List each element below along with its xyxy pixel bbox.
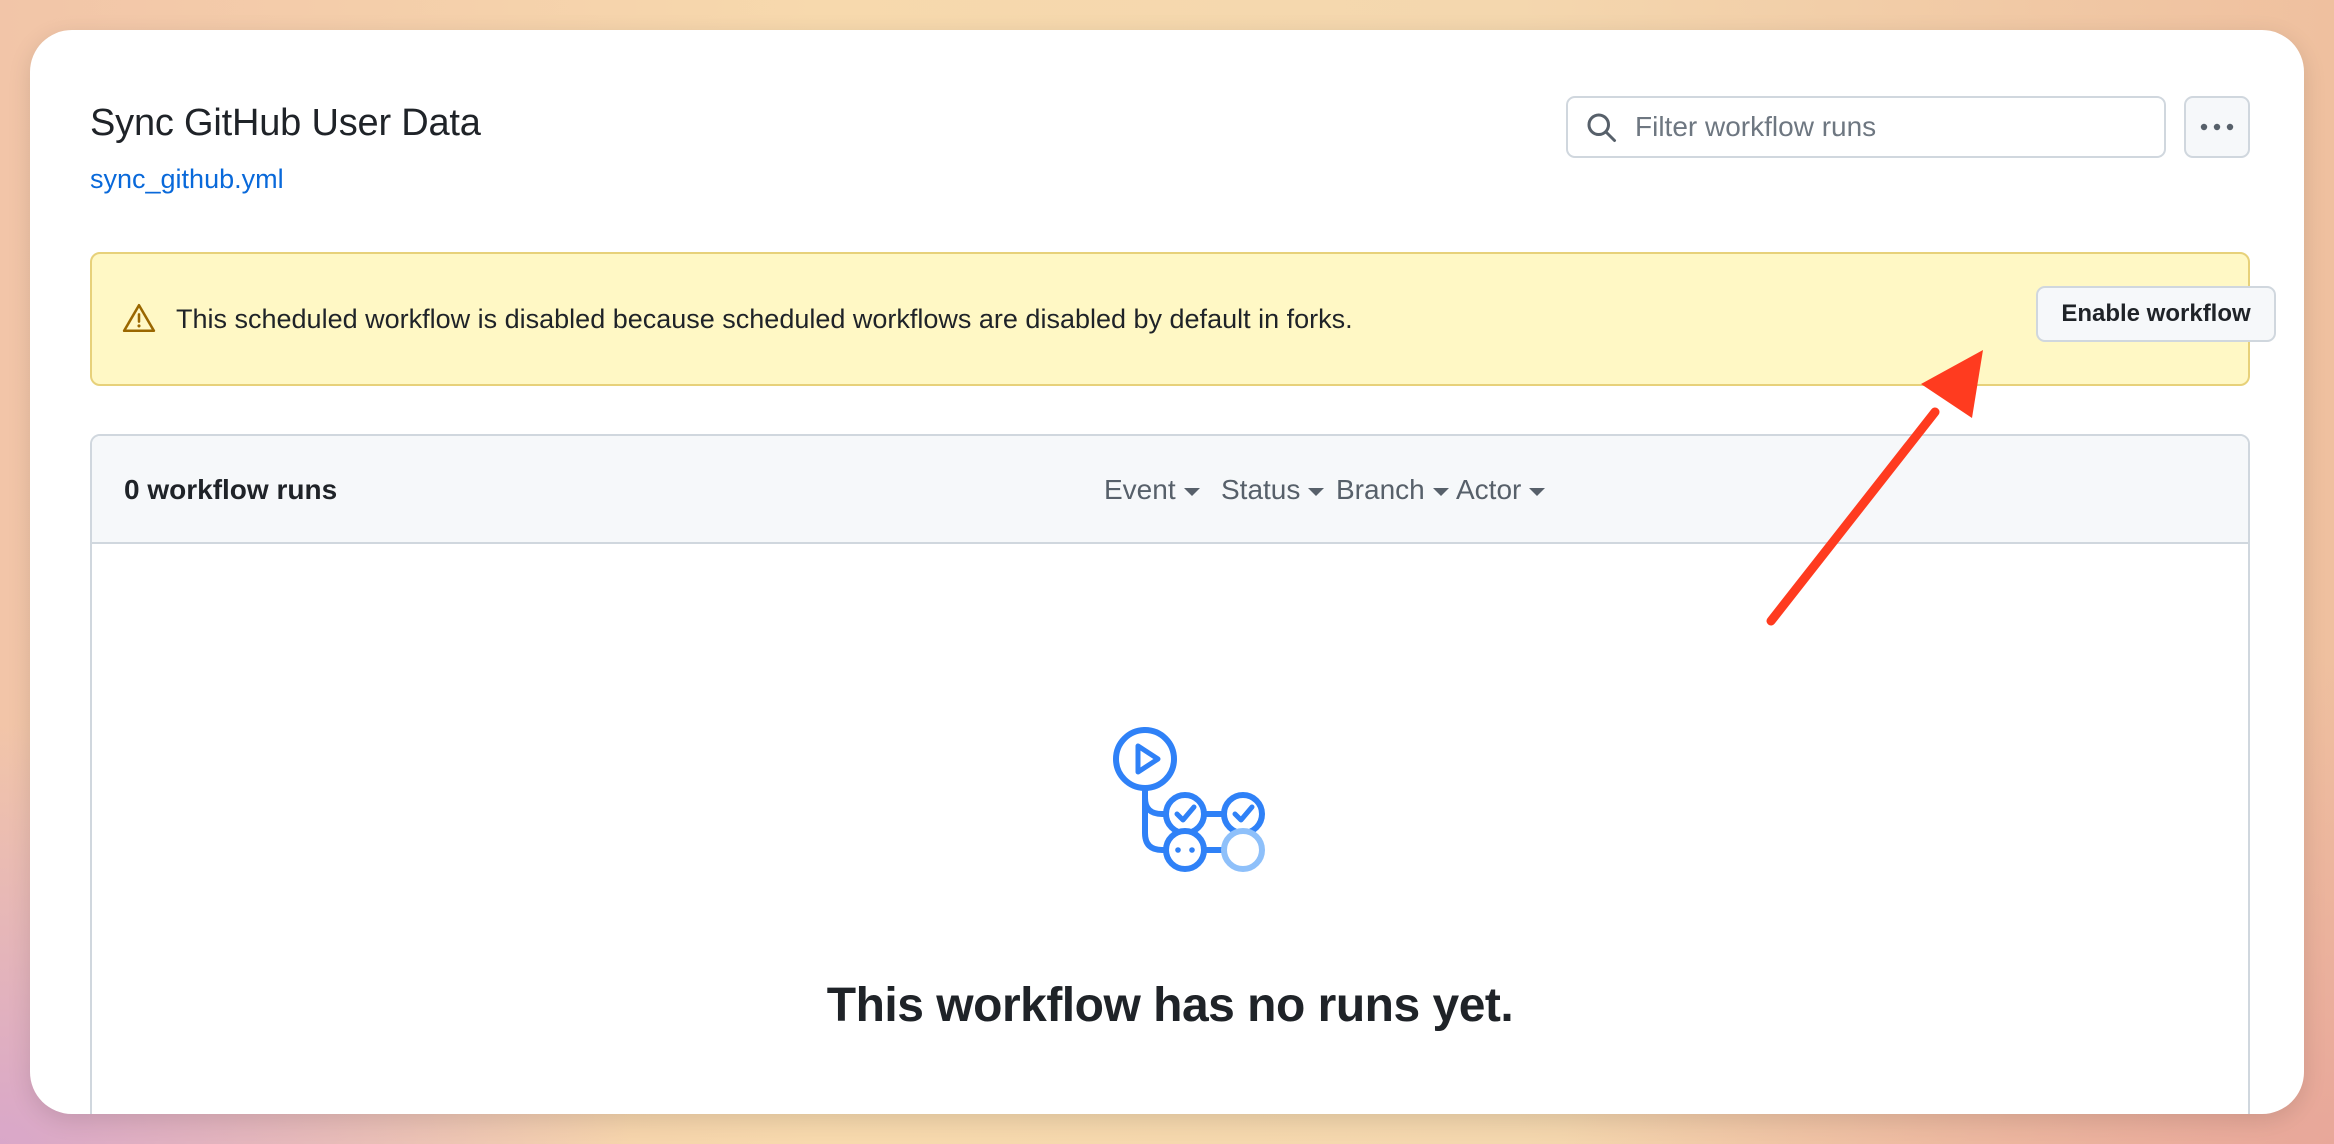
filter-actor-label: Actor xyxy=(1456,474,1522,505)
enable-workflow-button[interactable]: Enable workflow xyxy=(2036,286,2276,342)
banner-message: This scheduled workflow is disabled beca… xyxy=(176,304,1353,334)
empty-state-title: This workflow has no runs yet. xyxy=(826,979,1514,1032)
filter-status-dropdown[interactable]: Status xyxy=(1221,474,1325,506)
caret-down-icon xyxy=(1529,488,1546,496)
filter-branch-label: Branch xyxy=(1336,474,1425,505)
kebab-horizontal-icon xyxy=(2200,123,2234,131)
page-title: Sync GitHub User Data xyxy=(90,102,481,144)
alert-triangle-icon xyxy=(122,303,156,333)
filter-status-label: Status xyxy=(1221,474,1301,505)
filter-event-dropdown[interactable]: Event xyxy=(1104,474,1200,506)
caret-down-icon xyxy=(1308,488,1325,496)
filter-branch-dropdown[interactable]: Branch xyxy=(1336,474,1449,506)
runs-header: 0 workflow runs Event Status Branch Acto… xyxy=(92,436,2248,544)
workflow-graph-icon xyxy=(1113,727,1265,872)
filter-workflow-runs-input[interactable] xyxy=(1633,110,2137,144)
caret-down-icon xyxy=(1432,488,1449,496)
filter-search-box[interactable] xyxy=(1566,96,2166,158)
more-options-button[interactable] xyxy=(2184,96,2250,158)
workflow-run-count: 0 workflow runs xyxy=(124,474,338,505)
disabled-workflow-banner: This scheduled workflow is disabled beca… xyxy=(90,252,2276,386)
filter-event-label: Event xyxy=(1104,474,1176,505)
caret-down-icon xyxy=(1183,488,1200,496)
filter-actor-dropdown[interactable]: Actor xyxy=(1456,474,1546,506)
search-icon xyxy=(1587,113,1616,142)
workflow-page-card: Sync GitHub User Data sync_github.yml Th… xyxy=(30,30,2304,1114)
workflow-file-link[interactable]: sync_github.yml xyxy=(90,164,284,195)
workflow-runs-panel: 0 workflow runs Event Status Branch Acto… xyxy=(90,434,2250,1114)
